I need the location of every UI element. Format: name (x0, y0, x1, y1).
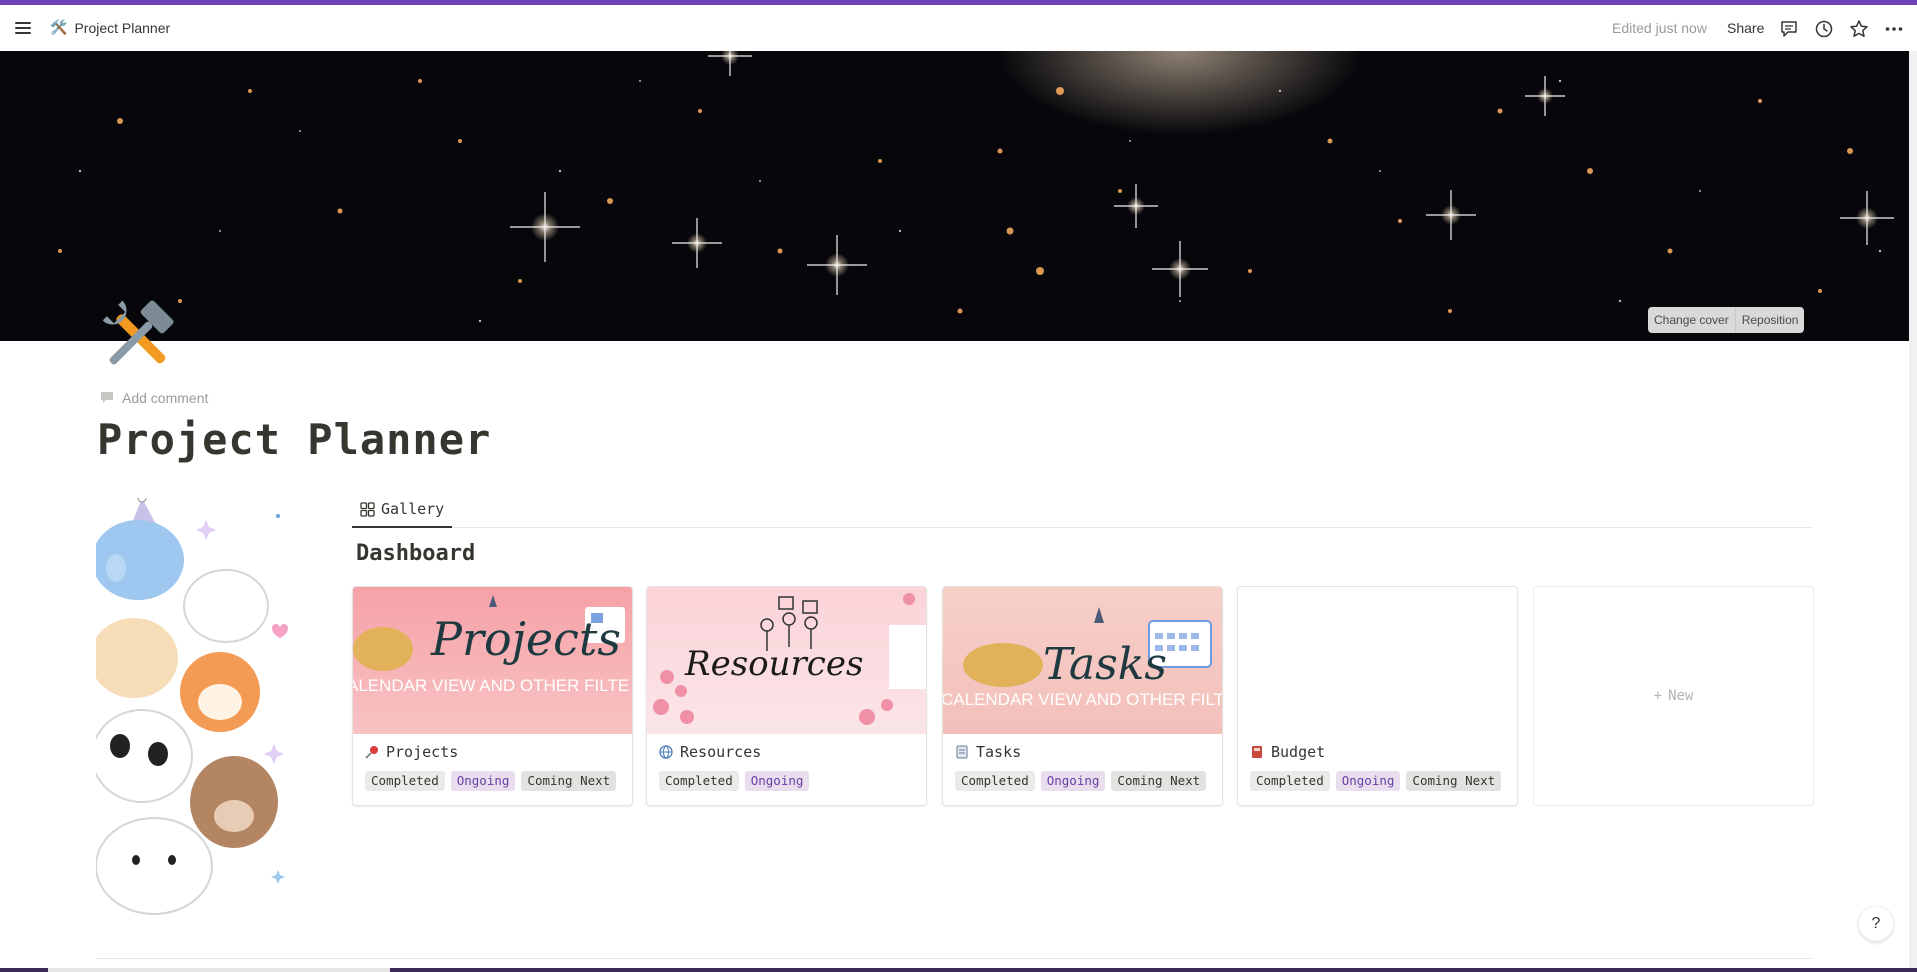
comment-bubble-icon (101, 392, 113, 403)
resources-cover-illustration: Resources (647, 587, 926, 734)
tag-ongoing: Ongoing (450, 771, 516, 791)
gallery-card-budget[interactable]: Budget Completed Ongoing Coming Next (1237, 586, 1518, 806)
notepad-icon (956, 745, 968, 759)
breadcrumb-title: Project Planner (74, 19, 171, 36)
gallery-card-tasks[interactable]: Tasks CALENDAR VIEW AND OTHER FILTE Task… (942, 586, 1223, 806)
tag-ongoing: Ongoing (1335, 771, 1401, 791)
comments-icon[interactable] (1779, 19, 1799, 39)
card-tags: Completed Ongoing Coming Next (955, 771, 1207, 791)
bottom-strip (0, 968, 1917, 972)
reposition-button[interactable]: Reposition (1734, 307, 1805, 333)
history-clock-icon[interactable] (1814, 19, 1834, 39)
menu-icon[interactable] (14, 19, 32, 37)
tag-completed: Completed (659, 771, 739, 791)
favorite-star-icon[interactable] (1849, 19, 1869, 39)
dashboard-title[interactable]: Dashboard (356, 541, 475, 566)
card-title-label: Tasks (976, 743, 1022, 761)
card-title-label: Resources (680, 743, 762, 761)
tag-ongoing: Ongoing (744, 771, 810, 791)
new-card-label: New (1668, 688, 1694, 704)
card-title-label: Budget (1271, 743, 1326, 761)
tag-completed: Completed (1250, 771, 1330, 791)
tag-coming-next: Coming Next (1111, 771, 1207, 791)
top-bar: 🛠️ Project Planner Edited just now Share (0, 5, 1917, 51)
cute-animals-illustration (96, 498, 304, 938)
gallery-card-projects[interactable]: Projects ALENDAR VIEW AND OTHER FILTE Pr… (352, 586, 633, 806)
gallery-card-resources[interactable]: Resources Resources Completed Ongoing (646, 586, 927, 806)
hammer-and-wrench-icon[interactable] (96, 294, 180, 378)
tasks-cover-subtitle: CALENDAR VIEW AND OTHER FILTE (943, 690, 1222, 709)
card-title-label: Projects (386, 743, 459, 761)
tag-coming-next: Coming Next (1406, 771, 1502, 791)
gallery-grid-icon (360, 501, 375, 517)
help-button[interactable]: ? (1859, 907, 1893, 941)
card-tags: Completed Ongoing (659, 771, 810, 791)
projects-cover-title: Projects (430, 612, 621, 666)
tab-gallery[interactable]: Gallery (352, 492, 453, 528)
tag-completed: Completed (365, 771, 445, 791)
pushpin-icon (365, 746, 378, 759)
tasks-cover-title: Tasks (1043, 639, 1167, 690)
bright-stars (510, 51, 1894, 297)
ledger-icon (1252, 746, 1262, 758)
add-comment-button[interactable]: Add comment (100, 390, 208, 406)
cover-image[interactable] (0, 51, 1909, 341)
card-tags: Completed Ongoing Coming Next (1250, 771, 1502, 791)
edited-status: Edited just now (1612, 20, 1707, 36)
more-options-icon[interactable] (1884, 19, 1904, 39)
cover-controls: Change cover Reposition (1648, 307, 1805, 333)
tab-gallery-label: Gallery (381, 500, 445, 518)
horizontal-scroll-thumb[interactable] (48, 968, 390, 972)
card-tags: Completed Ongoing Coming Next (365, 771, 617, 791)
resources-cover-title: Resources (684, 644, 863, 684)
breadcrumb[interactable]: 🛠️ Project Planner (50, 19, 170, 36)
tag-ongoing: Ongoing (1040, 771, 1106, 791)
card-title-tasks: Tasks (955, 743, 1021, 761)
divider (96, 958, 1812, 959)
tag-completed: Completed (955, 771, 1035, 791)
card-cover-tasks: Tasks CALENDAR VIEW AND OTHER FILTE (943, 587, 1222, 734)
plus-icon: + (1653, 688, 1663, 704)
share-button[interactable]: Share (1727, 20, 1764, 36)
scrollbar[interactable] (1909, 51, 1917, 972)
card-cover-budget (1238, 587, 1517, 734)
globe-icon (659, 745, 673, 759)
tasks-cover-illustration: Tasks CALENDAR VIEW AND OTHER FILTE (943, 587, 1222, 734)
card-cover-resources: Resources (647, 587, 926, 734)
add-comment-label: Add comment (122, 390, 209, 406)
change-cover-button[interactable]: Change cover (1648, 307, 1735, 333)
tag-coming-next: Coming Next (521, 771, 617, 791)
card-title-budget: Budget (1250, 743, 1325, 761)
card-title-projects: Projects (365, 743, 458, 761)
starfield-illustration (58, 51, 1894, 323)
card-title-resources: Resources (659, 743, 761, 761)
page-title[interactable]: Project Planner (97, 415, 491, 464)
tools-icon: 🛠️ (50, 19, 68, 35)
projects-cover-subtitle: ALENDAR VIEW AND OTHER FILTE (353, 676, 629, 695)
database-view-tabs: Gallery (352, 492, 1812, 528)
projects-cover-illustration: Projects ALENDAR VIEW AND OTHER FILTE (353, 587, 632, 734)
card-cover-projects: Projects ALENDAR VIEW AND OTHER FILTE (353, 587, 632, 734)
new-card-button[interactable]: + New (1533, 586, 1814, 806)
